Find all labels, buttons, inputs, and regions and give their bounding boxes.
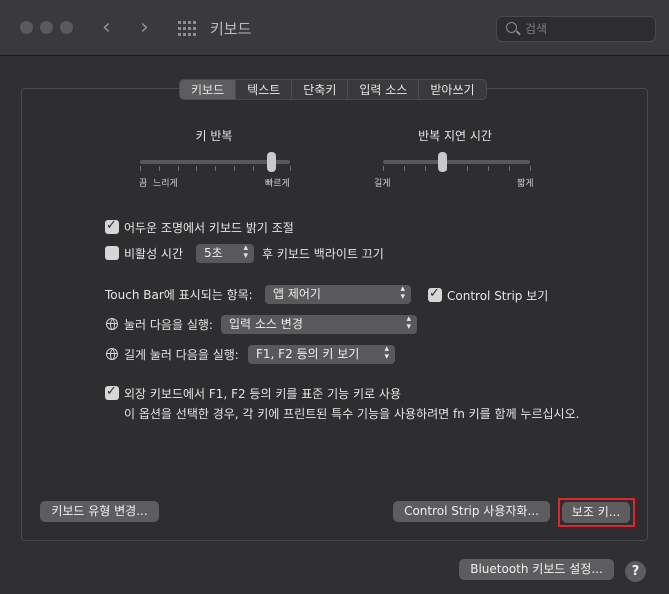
- standard-fkeys-checkbox[interactable]: [105, 384, 119, 400]
- tab-dictation[interactable]: 받아쓰기: [419, 80, 485, 99]
- slider-tick: [140, 166, 141, 171]
- press-fn-value: 입력 소스 변경: [229, 317, 303, 331]
- globe-icon: [106, 348, 118, 360]
- slider-tick: [196, 166, 197, 171]
- control-strip-checkbox[interactable]: [428, 286, 442, 302]
- standard-fkeys-description: 이 옵션을 선택한 경우, 각 키에 프린트된 특수 기능을 사용하려면 fn …: [124, 407, 580, 421]
- slider-tick: [290, 166, 291, 171]
- slider-tick: [234, 166, 235, 171]
- slider-tick: [530, 166, 531, 171]
- touchbar-value: 앱 제어기: [273, 287, 321, 301]
- inactivity-checkbox[interactable]: [105, 246, 119, 260]
- bluetooth-keyboard-setup-button[interactable]: Bluetooth 키보드 설정...: [459, 559, 614, 580]
- control-strip-label: Control Strip 보기: [447, 289, 549, 303]
- key-repeat-slow-label: 느리게: [153, 179, 178, 189]
- hold-fn-value: F1, F2 등의 키 보기: [256, 347, 360, 361]
- hold-fn-select[interactable]: F1, F2 등의 키 보기 ▴ ▾: [248, 345, 395, 364]
- show-all-grid-icon[interactable]: [178, 21, 196, 37]
- help-button[interactable]: ?: [625, 561, 646, 582]
- slider-tick: [159, 166, 160, 171]
- slider-tick: [215, 166, 216, 171]
- repeat-delay-short-label: 짧게: [517, 179, 534, 189]
- slider-tick: [178, 166, 179, 171]
- forward-arrow-icon[interactable]: ›: [140, 14, 149, 42]
- back-arrow-icon[interactable]: ‹: [102, 14, 111, 42]
- search-input[interactable]: [525, 20, 645, 38]
- touchbar-select[interactable]: 앱 제어기 ▴ ▾: [265, 285, 411, 304]
- chevron-updown-icon: ▴ ▾: [400, 284, 405, 302]
- press-fn-label: 눌러 다음을 실행:: [124, 318, 213, 332]
- globe-icon: [106, 318, 118, 330]
- key-repeat-label: 키 반복: [195, 129, 233, 143]
- slider-tick: [404, 166, 405, 171]
- repeat-delay-slider-knob[interactable]: [438, 152, 447, 172]
- search-icon: [506, 22, 517, 33]
- highlight-box: [558, 498, 635, 527]
- zoom-window-button[interactable]: [60, 21, 73, 34]
- inactivity-suffix-label: 후 키보드 백라이트 끄기: [262, 247, 384, 261]
- keyboard-preferences-window: ‹ › 키보드 키보드 텍스트 단축키 입력 소스 받아쓰기 키 반복 끔 느리…: [0, 0, 669, 594]
- window-title: 키보드: [210, 20, 252, 38]
- slider-tick: [425, 166, 426, 171]
- slider-tick: [383, 166, 384, 171]
- minimize-window-button[interactable]: [40, 21, 53, 34]
- slider-tick: [467, 166, 468, 171]
- slider-tick: [488, 166, 489, 171]
- inactivity-label: 비활성 시간: [124, 247, 184, 261]
- backlight-adjust-checkbox[interactable]: [105, 218, 119, 234]
- tab-input-sources[interactable]: 입력 소스: [348, 80, 420, 99]
- press-fn-select[interactable]: 입력 소스 변경 ▴ ▾: [221, 315, 417, 334]
- touchbar-label: Touch Bar에 표시되는 항목:: [105, 288, 253, 302]
- hold-fn-label: 길게 눌러 다음을 실행:: [124, 348, 239, 362]
- chevron-updown-icon: ▴ ▾: [406, 314, 411, 332]
- chevron-updown-icon: ▴ ▾: [384, 344, 389, 362]
- tab-shortcuts[interactable]: 단축키: [292, 80, 349, 99]
- tab-text[interactable]: 텍스트: [236, 80, 293, 99]
- inactivity-duration-select[interactable]: 5초 ▴ ▾: [196, 244, 254, 263]
- repeat-delay-label: 반복 지연 시간: [418, 129, 492, 143]
- title-bar: ‹ › 키보드: [0, 0, 669, 56]
- customize-control-strip-button[interactable]: Control Strip 사용자화...: [393, 501, 550, 522]
- close-window-button[interactable]: [20, 21, 33, 34]
- key-repeat-slider-knob[interactable]: [267, 152, 276, 172]
- backlight-adjust-label: 어두운 조명에서 키보드 밝기 조절: [124, 221, 294, 235]
- tab-bar: 키보드 텍스트 단축키 입력 소스 받아쓰기: [179, 79, 487, 100]
- key-repeat-fast-label: 빠르게: [265, 179, 290, 189]
- repeat-delay-slider-track[interactable]: [383, 160, 530, 164]
- change-keyboard-type-button[interactable]: 키보드 유형 변경...: [40, 501, 159, 522]
- slider-tick: [253, 166, 254, 171]
- tab-keyboard[interactable]: 키보드: [180, 80, 237, 99]
- standard-fkeys-label: 외장 키보드에서 F1, F2 등의 키를 표준 기능 키로 사용: [124, 387, 401, 401]
- inactivity-duration-value: 5초: [204, 246, 223, 260]
- key-repeat-off-label: 끔: [139, 179, 148, 189]
- repeat-delay-long-label: 길게: [374, 179, 391, 189]
- slider-tick: [509, 166, 510, 171]
- chevron-updown-icon: ▴ ▾: [243, 243, 248, 261]
- search-field[interactable]: [496, 16, 656, 42]
